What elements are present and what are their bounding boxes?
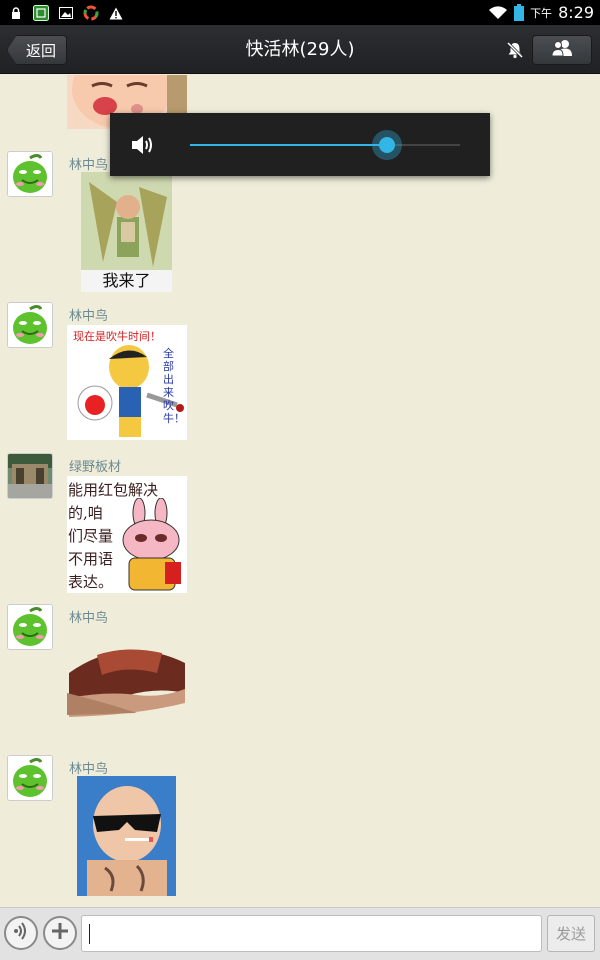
input-bar: 发送 xyxy=(0,907,600,960)
app-notification-icon xyxy=(33,5,49,21)
speaker-icon xyxy=(130,134,154,160)
message-list[interactable]: 林中鸟 我来了 林中鸟 现在是吹牛时间！ 全部出来吹牛！ 绿野板材 能用红包解决… xyxy=(0,75,600,907)
sticker-side-text: 全部出来吹牛！ xyxy=(163,347,185,425)
add-button[interactable] xyxy=(43,916,77,950)
sync-icon xyxy=(83,5,99,21)
members-button[interactable] xyxy=(532,35,592,65)
lock-icon xyxy=(8,5,24,21)
empty-wallet-sticker[interactable] xyxy=(67,643,187,719)
members-icon xyxy=(550,39,574,61)
image-icon xyxy=(58,5,74,21)
sender-name: 绿野板材 xyxy=(69,460,122,475)
avatar[interactable] xyxy=(7,151,53,197)
wifi-icon xyxy=(488,5,508,21)
status-ampm: 下午 xyxy=(530,6,553,20)
status-time: 8:29 xyxy=(558,3,594,22)
cool-baby-sticker[interactable] xyxy=(77,776,176,896)
volume-slider[interactable] xyxy=(190,130,460,160)
voice-icon xyxy=(11,921,31,945)
text-caret xyxy=(89,924,90,944)
volume-slider-fill xyxy=(190,144,388,146)
avatar[interactable] xyxy=(7,302,53,348)
voice-button[interactable] xyxy=(4,916,38,950)
sender-name: 林中鸟 xyxy=(69,762,109,777)
bell-muted-icon xyxy=(505,40,525,60)
title-bar: 返回 快活林(29人) xyxy=(0,25,600,74)
avatar[interactable] xyxy=(7,604,53,650)
status-bar: 下午 8:29 xyxy=(0,0,600,25)
plus-icon xyxy=(50,921,70,945)
notification-icons xyxy=(8,4,124,22)
avatar[interactable] xyxy=(7,755,53,801)
volume-panel xyxy=(110,113,490,176)
sender-name: 林中鸟 xyxy=(69,309,109,324)
boasting-cartoon-sticker[interactable]: 现在是吹牛时间！ 全部出来吹牛！ xyxy=(67,325,187,440)
sticker-caption: 我来了 xyxy=(81,270,172,292)
volume-slider-thumb[interactable] xyxy=(372,130,403,160)
message-input[interactable] xyxy=(81,915,542,952)
battery-icon xyxy=(514,4,525,21)
back-button[interactable]: 返回 xyxy=(7,35,67,65)
system-indicators: 下午 8:29 xyxy=(488,2,594,23)
chat-title: 快活林(29人) xyxy=(245,39,355,60)
warning-icon xyxy=(108,5,124,21)
red-envelope-rabbit-sticker[interactable]: 能用红包解决 的,咱 们尽量 不用语 表达。 xyxy=(67,476,187,593)
chat-screen: 下午 8:29 返回 快活林(29人) 林中鸟 我来了 林中鸟 现在是吹牛时间！… xyxy=(0,0,600,960)
avatar[interactable] xyxy=(7,453,53,499)
sender-name: 林中鸟 xyxy=(69,158,109,173)
child-with-grain-sticker[interactable]: 我来了 xyxy=(81,172,172,292)
send-button[interactable]: 发送 xyxy=(547,915,595,952)
sender-name: 林中鸟 xyxy=(69,611,109,626)
